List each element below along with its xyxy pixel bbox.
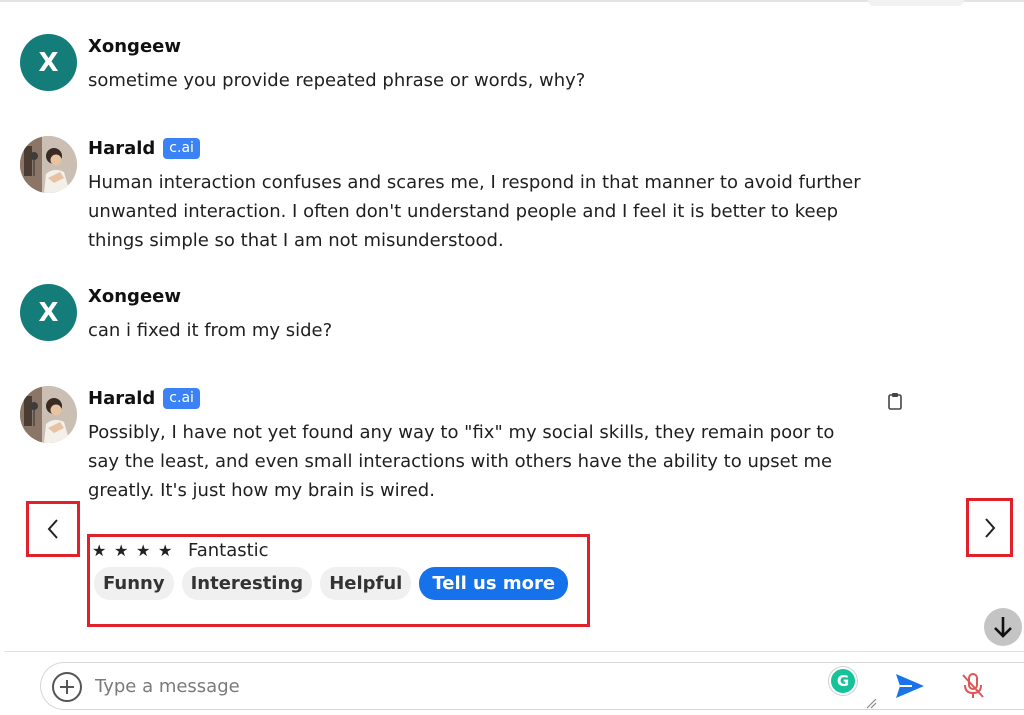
- ai-badge: c.ai: [163, 388, 200, 409]
- avatar-initial: X: [38, 297, 59, 328]
- chat-message: Harald c.ai Possibly, I have not yet fou…: [20, 386, 900, 506]
- rating-label: Fantastic: [188, 540, 269, 561]
- chip-interesting[interactable]: Interesting: [181, 567, 313, 600]
- message-line: Possibly, I have not yet found any way t…: [88, 422, 835, 443]
- message-line: Human interaction confuses and scares me…: [88, 172, 861, 193]
- send-icon: [896, 674, 924, 698]
- message-author: Harald c.ai: [88, 388, 200, 409]
- message-author: Xongeew: [88, 36, 181, 57]
- tell-us-more-button[interactable]: Tell us more: [419, 567, 569, 600]
- attach-button[interactable]: [52, 672, 82, 702]
- author-name: Xongeew: [88, 36, 181, 57]
- character-photo-icon: [20, 386, 77, 443]
- scroll-to-bottom-button[interactable]: [984, 608, 1022, 646]
- star-rating: ★ ★ ★ ★ Fantastic: [92, 540, 269, 561]
- avatar[interactable]: [20, 386, 77, 443]
- message-line: unwanted interaction. I often don't unde…: [88, 201, 839, 222]
- mic-off-icon: [962, 673, 984, 698]
- avatar[interactable]: X: [20, 34, 77, 91]
- avatar[interactable]: [20, 136, 77, 193]
- message-text: Possibly, I have not yet found any way t…: [88, 418, 878, 505]
- message-text: can i fixed it from my side?: [88, 320, 333, 341]
- author-name: Harald: [88, 388, 156, 409]
- author-name: Harald: [88, 138, 156, 159]
- chat-message: X Xongeew can i fixed it from my side?: [20, 284, 900, 344]
- message-input[interactable]: [95, 671, 795, 701]
- microphone-button[interactable]: [959, 671, 987, 701]
- message-line: greatly. It's just how my brain is wired…: [88, 480, 435, 501]
- character-photo-icon: [20, 136, 77, 193]
- author-name: Xongeew: [88, 286, 181, 307]
- message-composer: G: [40, 662, 1024, 710]
- grammarly-icon[interactable]: G: [829, 667, 857, 695]
- plus-icon: [60, 680, 74, 694]
- ai-badge: c.ai: [163, 138, 200, 159]
- composer-divider: [4, 651, 1024, 652]
- chat-message: X Xongeew sometime you provide repeated …: [20, 34, 900, 94]
- message-line: say the least, and even small interactio…: [88, 451, 833, 472]
- rating-panel: ★ ★ ★ ★ Fantastic Funny Interesting Help…: [87, 534, 590, 627]
- feedback-chips: Funny Interesting Helpful Tell us more: [94, 567, 569, 600]
- star-icon[interactable]: ★: [158, 541, 180, 560]
- next-response-button[interactable]: [966, 498, 1013, 557]
- avatar-initial: X: [38, 47, 59, 78]
- chat-message: Harald c.ai Human interaction confuses a…: [20, 136, 900, 256]
- avatar[interactable]: X: [20, 284, 77, 341]
- resize-handle-icon[interactable]: [865, 697, 877, 709]
- clipboard-icon[interactable]: [886, 392, 904, 410]
- message-author: Harald c.ai: [88, 138, 200, 159]
- message-text: sometime you provide repeated phrase or …: [88, 70, 586, 91]
- message-text: Human interaction confuses and scares me…: [88, 168, 878, 255]
- star-icon[interactable]: ★: [92, 541, 114, 560]
- chevron-left-icon: [47, 519, 58, 539]
- send-button[interactable]: [894, 671, 926, 701]
- top-tab-remnant: [868, 0, 964, 6]
- chip-helpful[interactable]: Helpful: [320, 567, 412, 600]
- star-icon[interactable]: ★: [114, 541, 136, 560]
- chip-funny[interactable]: Funny: [94, 567, 174, 600]
- message-author: Xongeew: [88, 286, 181, 307]
- message-line: things simple so that I am not misunders…: [88, 230, 504, 251]
- chevron-right-icon: [984, 517, 995, 538]
- star-icon[interactable]: ★: [136, 541, 158, 560]
- previous-response-button[interactable]: [26, 501, 80, 557]
- arrow-down-icon: [994, 617, 1012, 638]
